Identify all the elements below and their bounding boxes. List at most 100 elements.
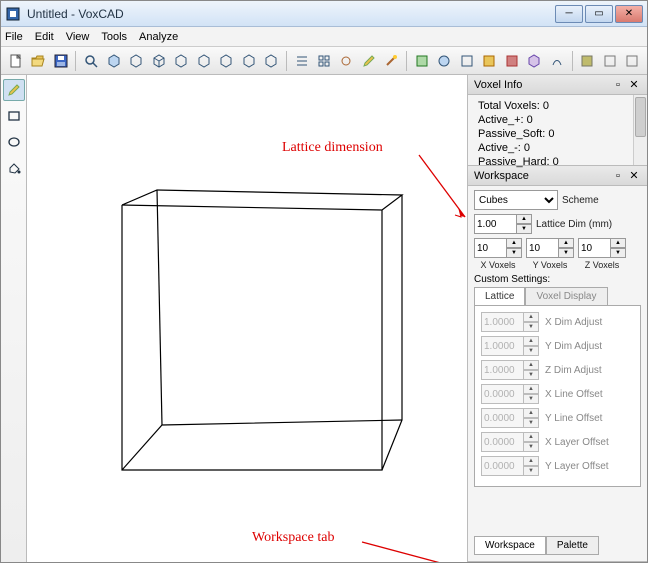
tab-lattice[interactable]: Lattice bbox=[474, 287, 525, 305]
cube-icon-4[interactable] bbox=[170, 50, 191, 72]
util-icon-2[interactable] bbox=[599, 50, 620, 72]
pencil-icon[interactable] bbox=[358, 50, 379, 72]
x-voxels-stepper[interactable]: ▲▼ bbox=[474, 238, 522, 258]
cube-icon-6[interactable] bbox=[215, 50, 236, 72]
cube-icon-5[interactable] bbox=[193, 50, 214, 72]
step-up-icon[interactable]: ▲ bbox=[523, 384, 539, 394]
open-icon[interactable] bbox=[27, 50, 48, 72]
cube-icon-3[interactable] bbox=[148, 50, 169, 72]
step-down-icon[interactable]: ▼ bbox=[610, 248, 626, 258]
step-down-icon[interactable]: ▼ bbox=[523, 442, 539, 452]
rect-tool[interactable] bbox=[3, 105, 25, 127]
cube-icon-1[interactable] bbox=[103, 50, 124, 72]
step-down-icon[interactable]: ▼ bbox=[523, 322, 539, 332]
step-down-icon[interactable]: ▼ bbox=[523, 346, 539, 356]
dock-icon[interactable]: ▫ bbox=[611, 169, 625, 183]
tool-icon-1[interactable] bbox=[336, 50, 357, 72]
bucket-tool[interactable] bbox=[3, 157, 25, 179]
x-layer-offset-stepper[interactable]: ▲▼ bbox=[481, 432, 539, 452]
z-voxels-stepper[interactable]: ▲▼ bbox=[578, 238, 626, 258]
y-line-offset-stepper[interactable]: ▲▼ bbox=[481, 408, 539, 428]
x-line-offset-stepper[interactable]: ▲▼ bbox=[481, 384, 539, 404]
x-line-offset-input[interactable] bbox=[481, 384, 523, 404]
close-button[interactable]: ✕ bbox=[615, 5, 643, 23]
z-dim-adjust-stepper[interactable]: ▲▼ bbox=[481, 360, 539, 380]
menu-view[interactable]: View bbox=[66, 31, 90, 43]
info-line: Passive_Hard: 0 bbox=[474, 155, 641, 169]
step-up-icon[interactable]: ▲ bbox=[523, 360, 539, 370]
ellipse-tool[interactable] bbox=[3, 131, 25, 153]
x-dim-adjust-input[interactable] bbox=[481, 312, 523, 332]
step-up-icon[interactable]: ▲ bbox=[610, 238, 626, 248]
step-up-icon[interactable]: ▲ bbox=[523, 336, 539, 346]
step-up-icon[interactable]: ▲ bbox=[523, 312, 539, 322]
maximize-button[interactable]: ▭ bbox=[585, 5, 613, 23]
minimize-button[interactable]: ─ bbox=[555, 5, 583, 23]
cube-icon-8[interactable] bbox=[260, 50, 281, 72]
close-panel-icon[interactable]: ✕ bbox=[627, 78, 641, 92]
step-up-icon[interactable]: ▲ bbox=[506, 238, 522, 248]
step-up-icon[interactable]: ▲ bbox=[558, 238, 574, 248]
y-dim-adjust-stepper[interactable]: ▲▼ bbox=[481, 336, 539, 356]
step-down-icon[interactable]: ▼ bbox=[523, 370, 539, 380]
save-icon[interactable] bbox=[50, 50, 71, 72]
x-dim-adjust-stepper[interactable]: ▲▼ bbox=[481, 312, 539, 332]
step-down-icon[interactable]: ▼ bbox=[558, 248, 574, 258]
y-layer-offset-stepper[interactable]: ▲▼ bbox=[481, 456, 539, 476]
util-icon-3[interactable] bbox=[622, 50, 643, 72]
shape-icon-4[interactable] bbox=[479, 50, 500, 72]
wand-icon[interactable] bbox=[381, 50, 402, 72]
step-up-icon[interactable]: ▲ bbox=[523, 408, 539, 418]
z-voxels-input[interactable] bbox=[578, 238, 610, 258]
shape-icon-1[interactable] bbox=[411, 50, 432, 72]
tab-voxel-display[interactable]: Voxel Display bbox=[525, 287, 607, 305]
shape-icon-7[interactable] bbox=[546, 50, 567, 72]
step-down-icon[interactable]: ▼ bbox=[516, 224, 532, 234]
bottom-tab-workspace[interactable]: Workspace bbox=[474, 536, 546, 555]
pencil-tool[interactable] bbox=[3, 79, 25, 101]
lattice-dim-stepper[interactable]: ▲▼ bbox=[474, 214, 532, 234]
viewport[interactable]: Lattice dimension Workspace tab bbox=[27, 75, 467, 562]
step-down-icon[interactable]: ▼ bbox=[523, 466, 539, 476]
y-voxels-input[interactable] bbox=[526, 238, 558, 258]
y-dim-adjust-input[interactable] bbox=[481, 336, 523, 356]
bottom-tab-palette[interactable]: Palette bbox=[546, 536, 599, 555]
shape-icon-5[interactable] bbox=[501, 50, 522, 72]
shape-icon-6[interactable] bbox=[524, 50, 545, 72]
y-dim-adjust-label: Y Dim Adjust bbox=[545, 341, 602, 352]
y-voxels-stepper[interactable]: ▲▼ bbox=[526, 238, 574, 258]
x-voxels-input[interactable] bbox=[474, 238, 506, 258]
y-line-offset-input[interactable] bbox=[481, 408, 523, 428]
list-icon[interactable] bbox=[291, 50, 312, 72]
scheme-select[interactable]: Cubes bbox=[474, 190, 558, 210]
menu-analyze[interactable]: Analyze bbox=[139, 31, 178, 43]
workspace-panel: Workspace ▫ ✕ Cubes Scheme ▲▼ Lattice Di… bbox=[468, 166, 647, 562]
util-icon-1[interactable] bbox=[577, 50, 598, 72]
lattice-dim-input[interactable] bbox=[474, 214, 516, 234]
z-dim-adjust-input[interactable] bbox=[481, 360, 523, 380]
step-down-icon[interactable]: ▼ bbox=[523, 394, 539, 404]
grid-icon[interactable] bbox=[313, 50, 334, 72]
toolbar-separator bbox=[406, 51, 407, 71]
shape-icon-3[interactable] bbox=[456, 50, 477, 72]
z-voxels-label: Z Voxels bbox=[585, 260, 620, 270]
cube-icon-7[interactable] bbox=[238, 50, 259, 72]
close-panel-icon[interactable]: ✕ bbox=[627, 169, 641, 183]
step-down-icon[interactable]: ▼ bbox=[506, 248, 522, 258]
step-up-icon[interactable]: ▲ bbox=[516, 214, 532, 224]
step-up-icon[interactable]: ▲ bbox=[523, 432, 539, 442]
cube-icon-2[interactable] bbox=[125, 50, 146, 72]
voxel-info-scrollbar[interactable] bbox=[633, 95, 647, 165]
menu-file[interactable]: File bbox=[5, 31, 23, 43]
x-layer-offset-input[interactable] bbox=[481, 432, 523, 452]
search-icon[interactable] bbox=[80, 50, 101, 72]
menu-tools[interactable]: Tools bbox=[101, 31, 127, 43]
shape-icon-2[interactable] bbox=[434, 50, 455, 72]
y-layer-offset-input[interactable] bbox=[481, 456, 523, 476]
step-down-icon[interactable]: ▼ bbox=[523, 418, 539, 428]
step-up-icon[interactable]: ▲ bbox=[523, 456, 539, 466]
new-icon[interactable] bbox=[5, 50, 26, 72]
menu-edit[interactable]: Edit bbox=[35, 31, 54, 43]
y-voxels-label: Y Voxels bbox=[533, 260, 568, 270]
dock-icon[interactable]: ▫ bbox=[611, 78, 625, 92]
